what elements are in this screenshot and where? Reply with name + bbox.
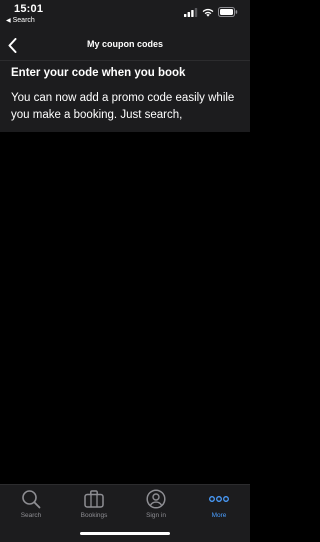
coupon-list-area [0,132,250,484]
status-time: 15:01 [14,3,44,15]
signal-icon [184,7,198,17]
tab-search-label: Search [20,512,42,519]
status-bar: 15:01 ◀ Search [0,0,250,30]
battery-icon [218,7,238,17]
search-icon [20,489,42,509]
wifi-icon [202,8,214,17]
status-icons [184,7,238,17]
home-indicator [80,532,170,535]
user-icon [145,489,167,509]
tab-bar: Search Bookings Sign in More [0,484,250,542]
back-triangle-icon: ◀ [6,18,11,24]
coupon-info-banner: Enter your code when you book You can no… [0,60,250,132]
tab-sign-in[interactable]: Sign in [125,489,187,525]
tab-more-label: More [211,512,227,519]
tab-bookings[interactable]: Bookings [63,489,125,525]
back-to-app-label: Search [12,17,35,24]
banner-title: Enter your code when you book [11,67,186,79]
navigation-bar: My coupon codes [0,30,250,60]
tab-sign-in-label: Sign in [146,512,166,519]
page-title: My coupon codes [86,39,163,49]
back-to-app-link[interactable]: ◀ Search [6,17,35,24]
banner-body: You can now add a promo code easily whil… [11,92,235,121]
tab-search[interactable]: Search [0,489,62,525]
tab-bookings-label: Bookings [80,512,108,519]
briefcase-icon [83,489,105,509]
more-dots-icon [208,489,230,509]
tab-more[interactable]: More [188,489,250,525]
